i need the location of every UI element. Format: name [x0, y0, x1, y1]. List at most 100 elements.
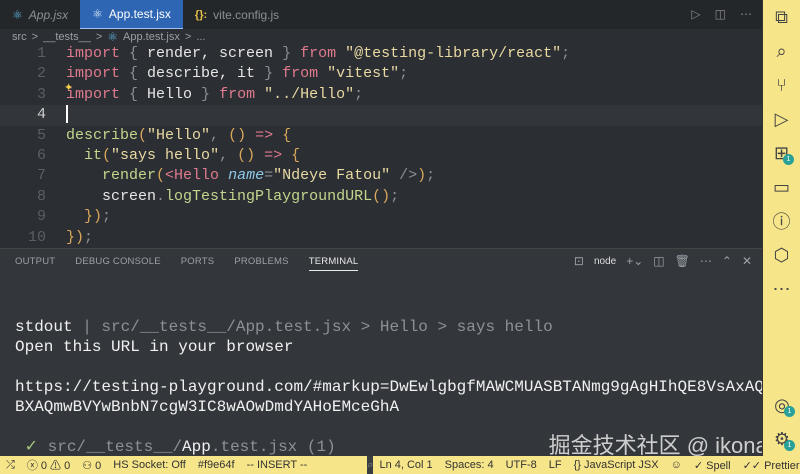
source-control-icon[interactable]: ⑂ — [763, 68, 800, 102]
more-icon[interactable]: ⋯ — [700, 254, 712, 268]
code-editor[interactable]: 1 import { render, screen } from "@testin… — [0, 44, 762, 248]
code-token: from — [300, 45, 337, 62]
stdout-label: stdout — [15, 318, 73, 336]
tab-debug-console[interactable]: DEBUG CONSOLE — [75, 256, 160, 271]
status-bar: ⤮ ⓧ 0 ⚠ 0 ⚇ 0 HS Socket: Off #f9e64f -- … — [0, 456, 800, 474]
commit-indicator[interactable]: #f9e64f — [192, 459, 241, 471]
close-panel-icon[interactable]: ✕ — [742, 254, 752, 268]
line-number: 9 — [36, 208, 46, 226]
accounts-icon[interactable]: ◎ 1 — [763, 388, 800, 422]
crumb-tests[interactable]: __tests__ — [43, 31, 91, 43]
code-token: from — [219, 85, 256, 103]
code-line[interactable]: 5 describe("Hello", () => { — [0, 126, 762, 146]
run-debug-icon[interactable]: ▷ — [763, 102, 800, 136]
sparkle-icon[interactable]: ✦ — [64, 79, 73, 99]
extensions-badge: 1 — [783, 154, 794, 165]
code-line[interactable]: 10}); — [0, 228, 762, 248]
playground-url-cont[interactable]: BXAQmwBVYwBnbN7cgW3IC8wAOwDmdYAHoEMceGhA — [15, 398, 399, 416]
box-icon[interactable]: ⬡ — [763, 238, 800, 272]
copilot-icon[interactable]: ☺ — [665, 459, 688, 471]
text-cursor — [66, 105, 68, 124]
code-token: "../Hello" — [255, 85, 355, 103]
code-token: screen — [102, 187, 157, 205]
code-token: , — [219, 146, 238, 164]
problems-indicator[interactable]: ⓧ 0 ⚠ 0 — [21, 457, 76, 473]
socket-status[interactable]: HS Socket: Off — [107, 459, 192, 471]
code-text: }); — [46, 228, 93, 248]
git-graph-icon[interactable]: ⓘ — [763, 204, 800, 238]
trash-icon[interactable]: 🗑 — [675, 254, 690, 268]
eol[interactable]: LF — [543, 459, 568, 471]
maximize-panel-icon[interactable]: ⌃ — [722, 254, 732, 268]
code-line[interactable]: 2 import { describe, it } from "vitest"; — [0, 64, 762, 84]
code-line[interactable]: 9 }); — [0, 207, 762, 227]
code-token: ) — [75, 228, 85, 246]
activity-bar: ⧉ ⌕ ⑂ ▷ ⊞ 1 ▭ ⓘ ⬡ ⋯ ◎ 1 ⚙ 1 — [762, 0, 800, 456]
prettier-status[interactable]: ✓✓ Prettier — [737, 459, 800, 472]
line-number: 5 — [36, 126, 46, 144]
tab-vite-config[interactable]: {}: vite.config.js — [183, 0, 291, 29]
crumb-file[interactable]: App.test.jsx — [123, 31, 180, 43]
code-text: import { Hello } from "../Hello"; ✦ — [46, 83, 364, 105]
tab-app-jsx[interactable]: ⚛ App.jsx — [0, 0, 80, 29]
code-line[interactable]: 3 import { Hello } from "../Hello"; ✦ — [0, 83, 762, 105]
add-terminal-icon[interactable]: +⌄ — [626, 254, 643, 268]
more-icon[interactable]: ⋯ — [740, 7, 752, 21]
code-text: }); — [46, 207, 111, 227]
code-token: import — [66, 45, 121, 62]
code-token: "Ndeye Fatou" — [273, 167, 391, 185]
code-token: ; — [426, 167, 436, 185]
split-editor-icon[interactable]: ◫ — [715, 7, 726, 21]
result-file: App — [182, 438, 211, 456]
remote-icon[interactable]: ⤮ — [0, 459, 21, 472]
playground-url[interactable]: https://testing-playground.com/#markup=D… — [15, 378, 800, 396]
tab-ports[interactable]: PORTS — [181, 256, 215, 271]
run-icon[interactable]: ▷ — [691, 7, 700, 21]
search-icon[interactable]: ⌕ — [763, 34, 800, 68]
code-token: . — [156, 187, 166, 205]
language-mode[interactable]: {} JavaScript JSX — [568, 459, 665, 471]
code-token: } — [66, 228, 76, 246]
more-icon[interactable]: ⋯ — [763, 272, 800, 306]
line-number: 4 — [36, 106, 46, 124]
code-line[interactable]: 6 it("says hello", () => { — [0, 146, 762, 166]
code-token: () — [372, 187, 391, 205]
explorer-icon[interactable]: ⧉ — [763, 0, 800, 34]
accounts-badge: 1 — [784, 406, 795, 417]
code-line[interactable]: 4 — [0, 105, 762, 126]
code-token: { — [282, 126, 292, 144]
tab-problems[interactable]: PROBLEMS — [234, 256, 288, 271]
spell-status[interactable]: ✓ Spell — [688, 459, 737, 472]
encoding[interactable]: UTF-8 — [500, 459, 543, 471]
code-token: render, screen — [147, 45, 274, 62]
code-token: { — [291, 146, 301, 164]
code-line[interactable]: 7 render(<Hello name="Ndeye Fatou" />); — [0, 166, 762, 186]
code-token: ; — [399, 65, 409, 83]
code-token: ; — [354, 85, 364, 103]
settings-gear-icon[interactable]: ⚙ 1 — [763, 422, 800, 456]
indentation[interactable]: Spaces: 4 — [439, 459, 500, 471]
code-line[interactable]: 8 screen.logTestingPlaygroundURL(); — [0, 187, 762, 207]
crumb-symbol[interactable]: ... — [196, 31, 205, 43]
tab-terminal[interactable]: TERMINAL — [308, 256, 359, 271]
tab-app-test-jsx[interactable]: ⚛ App.test.jsx — [80, 0, 183, 29]
code-token: () — [228, 126, 247, 144]
split-terminal-icon[interactable]: ◫ — [653, 254, 664, 268]
settings-badge: 1 — [784, 440, 795, 451]
code-line[interactable]: 1 import { render, screen } from "@testin… — [0, 44, 762, 64]
code-token: <Hello — [165, 167, 229, 185]
separator: > — [184, 31, 192, 43]
code-token: , — [210, 126, 229, 144]
extensions-icon[interactable]: ⊞ 1 — [763, 136, 800, 170]
cursor-position[interactable]: Ln 4, Col 1 — [373, 459, 438, 471]
result-count: .test.jsx (1) — [210, 438, 336, 456]
terminal-shell-label[interactable]: node — [594, 256, 616, 267]
crumb-src[interactable]: src — [12, 31, 27, 43]
remote-explorer-icon[interactable]: ▭ — [763, 170, 800, 204]
tab-output[interactable]: OUTPUT — [15, 256, 55, 271]
code-text: screen.logTestingPlaygroundURL(); — [46, 187, 399, 207]
ports-indicator[interactable]: ⚇ 0 — [76, 459, 107, 472]
